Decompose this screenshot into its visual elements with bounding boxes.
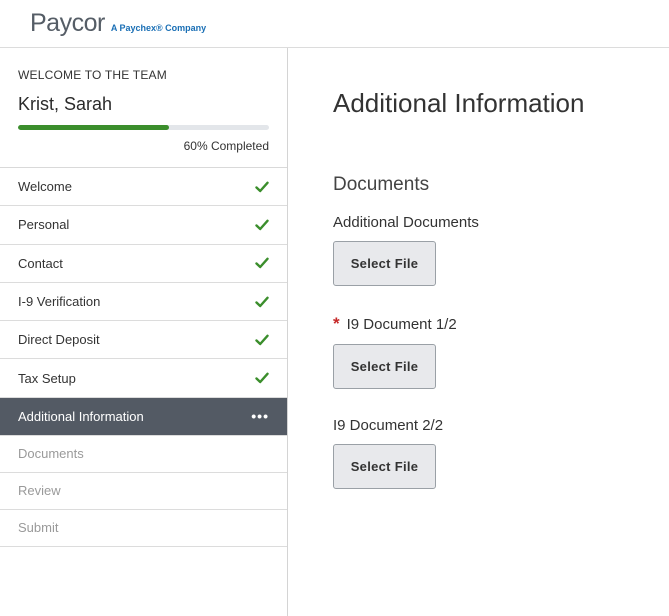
nav-item-additional-information[interactable]: Additional Information ••• [0,397,287,436]
nav-item-personal[interactable]: Personal [0,206,287,245]
field-label-text: Additional Documents [333,214,479,231]
page-title: Additional Information [333,88,585,118]
nav-item-label: I-9 Verification [18,294,101,310]
progress-bar [18,125,269,130]
required-asterisk: * [333,314,340,333]
nav-item-welcome[interactable]: Welcome [0,168,287,207]
progress-bar-fill [18,125,169,130]
nav-item-label: Personal [18,217,70,233]
nav-item-documents: Documents [0,436,287,473]
check-icon [255,372,269,384]
nav-item-label: Review [18,483,61,499]
check-icon [255,181,269,192]
check-icon [255,296,269,307]
welcome-block: WELCOME TO THE TEAM Krist, Sarah 60% Com… [0,48,287,168]
nav-item-tax-setup[interactable]: Tax Setup [0,359,287,398]
nav-item-label: Submit [18,520,59,536]
check-icon [255,257,269,269]
field-label-additional-documents: Additional Documents [333,214,669,231]
nav-item-label: Documents [18,446,84,462]
nav-item-direct-deposit[interactable]: Direct Deposit [0,321,287,360]
welcome-label: WELCOME TO THE TEAM [18,68,167,82]
field-label-i9-document-2: I9 Document 2/2 [333,417,669,434]
logo-wordmark: Paycor [30,9,105,37]
nav-item-review: Review [0,473,287,510]
nav-item-label: Welcome [18,179,72,195]
step-nav: Welcome Personal Contact I-9 Verificatio… [0,168,287,547]
more-dots-icon: ••• [251,408,269,425]
section-title: Documents [333,174,430,195]
select-file-button-additional-documents[interactable]: Select File [333,241,436,286]
onboarding-sidebar: WELCOME TO THE TEAM Krist, Sarah 60% Com… [0,48,288,616]
employee-name: Krist, Sarah [18,94,113,114]
nav-item-label: Additional Information [18,408,144,424]
logo-subtitle: A Paychex® Company [110,23,207,33]
paycor-logo[interactable]: Paycor A Paychex® Company [30,9,206,38]
main-content: Additional Information Documents Additio… [289,48,669,616]
nav-item-label: Direct Deposit [18,332,100,348]
select-file-button-i9-document-2[interactable]: Select File [333,444,436,489]
field-label-text: I9 Document 1/2 [346,315,457,333]
nav-item-label: Contact [18,255,63,271]
nav-item-i9-verification[interactable]: I-9 Verification [0,283,287,322]
nav-item-submit: Submit [0,510,287,547]
check-icon [255,219,269,231]
nav-item-label: Tax Setup [18,370,76,386]
field-label-i9-document-1: * I9 Document 1/2 [333,314,669,334]
progress-text: 60% Completed [183,139,269,153]
field-label-text: I9 Document 2/2 [333,417,444,434]
nav-item-contact[interactable]: Contact [0,245,287,283]
app-header: Paycor A Paychex® Company [0,0,669,48]
check-icon [255,334,269,346]
select-file-button-i9-document-1[interactable]: Select File [333,344,436,389]
